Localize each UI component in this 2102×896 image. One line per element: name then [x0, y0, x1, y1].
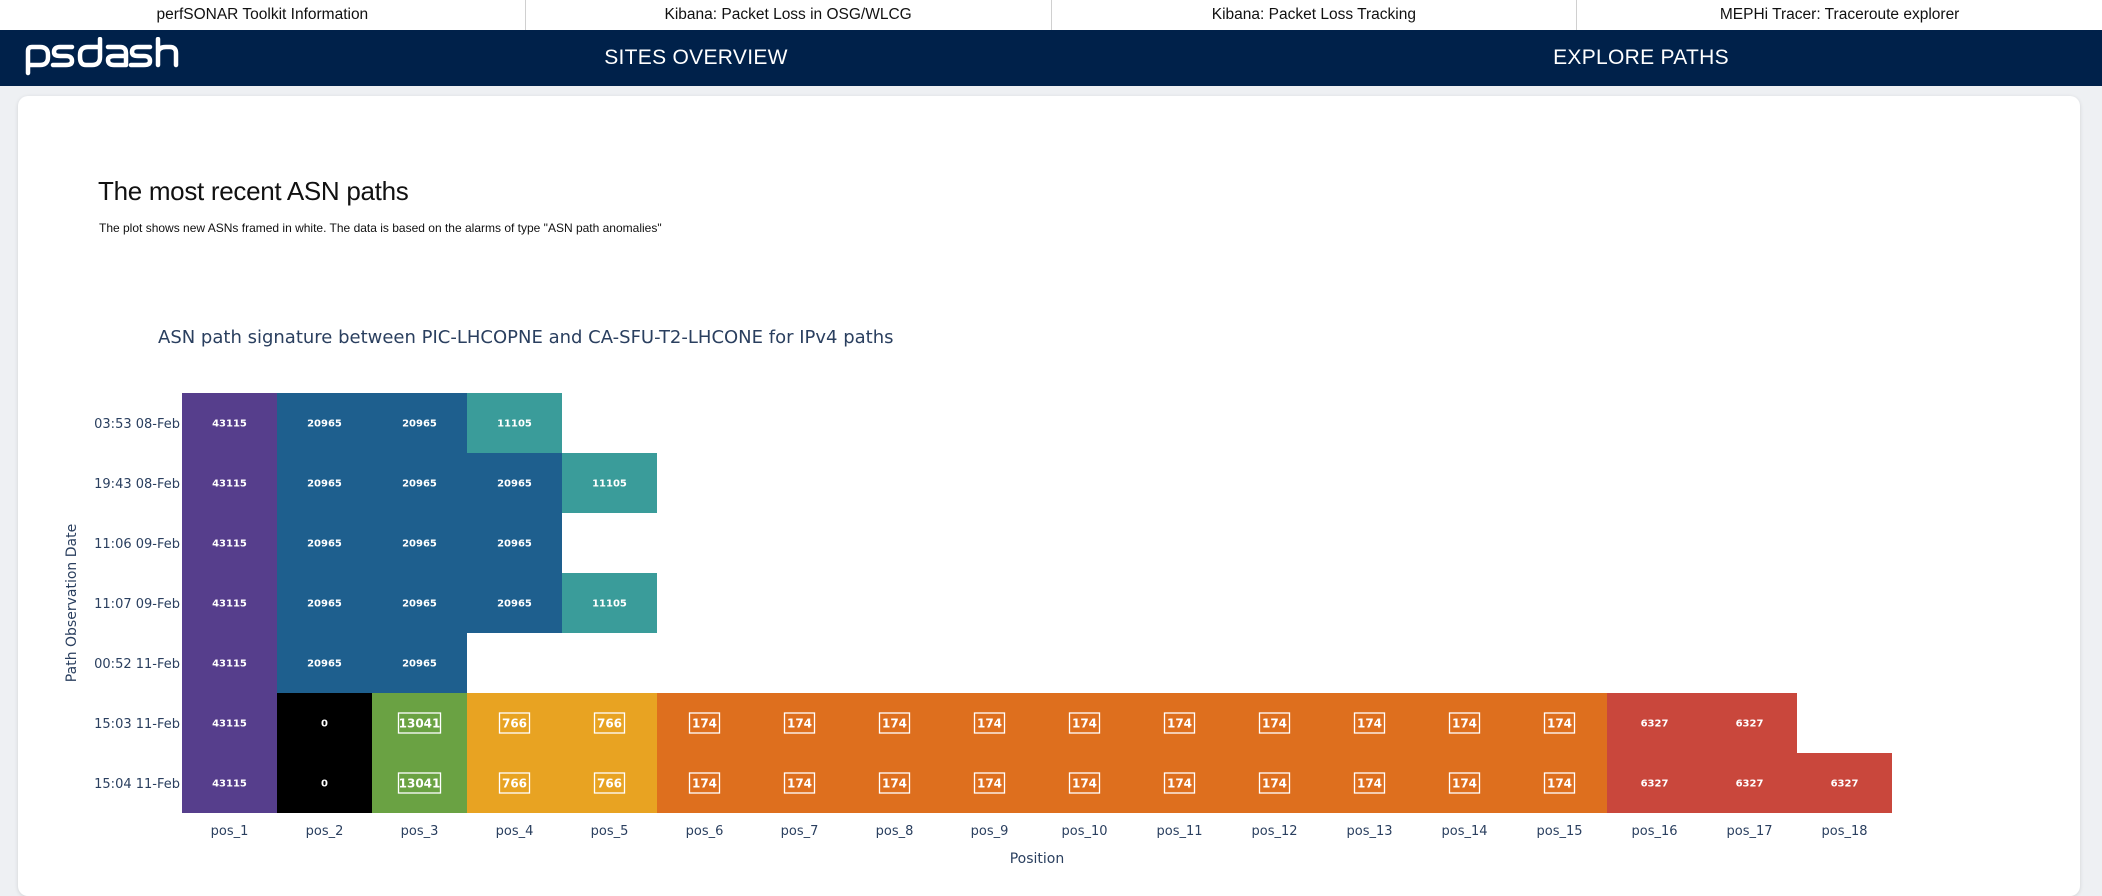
- cell-label: 20965: [402, 479, 437, 490]
- y-axis-title: Path Observation Date: [64, 524, 80, 682]
- cell-label: 766: [597, 717, 622, 731]
- y-tick-label: 15:03 11-Feb: [94, 717, 180, 732]
- cell-label: 20965: [402, 539, 437, 550]
- cell-label: 13041: [399, 717, 441, 731]
- cell-label: 174: [1167, 717, 1192, 731]
- cell-label: 174: [1452, 777, 1477, 791]
- y-tick-label: 19:43 08-Feb: [94, 477, 180, 492]
- cell-label: 174: [1452, 717, 1477, 731]
- cell-label: 0: [321, 779, 328, 790]
- cell-label: 766: [502, 777, 527, 791]
- cell-label: 20965: [307, 539, 342, 550]
- x-tick-label: pos_3: [401, 824, 439, 839]
- cell-label: 174: [977, 777, 1002, 791]
- cell-label: 20965: [497, 479, 532, 490]
- cell-label: 20965: [307, 479, 342, 490]
- cell-label: 174: [692, 777, 717, 791]
- cell-label: 11105: [497, 419, 532, 430]
- cell-label: 20965: [402, 659, 437, 670]
- x-tick-label: pos_13: [1346, 824, 1392, 839]
- x-tick-label: pos_18: [1821, 824, 1867, 839]
- x-tick-label: pos_2: [306, 824, 344, 839]
- cell-label: 11105: [592, 479, 627, 490]
- x-tick-label: pos_8: [876, 824, 914, 839]
- cell-label: 174: [882, 717, 907, 731]
- cell-label: 174: [977, 717, 1002, 731]
- cell-label: 43115: [212, 419, 247, 430]
- cell-label: 6327: [1641, 779, 1669, 790]
- cell-label: 174: [882, 777, 907, 791]
- cell-label: 6327: [1736, 779, 1764, 790]
- x-tick-label: pos_11: [1156, 824, 1202, 839]
- cell-label: 11105: [592, 599, 627, 610]
- y-tick-label: 11:07 09-Feb: [94, 597, 180, 612]
- cell-label: 174: [1357, 777, 1382, 791]
- y-tick-label: 11:06 09-Feb: [94, 537, 180, 552]
- cell-label: 6327: [1736, 719, 1764, 730]
- cell-label: 20965: [497, 539, 532, 550]
- x-tick-label: pos_16: [1631, 824, 1677, 839]
- cell-label: 20965: [402, 599, 437, 610]
- x-tick-label: pos_14: [1441, 824, 1487, 839]
- cell-label: 174: [1547, 717, 1572, 731]
- cell-label: 174: [1547, 777, 1572, 791]
- x-tick-label: pos_15: [1536, 824, 1582, 839]
- cell-label: 174: [1072, 717, 1097, 731]
- cell-label: 174: [1167, 777, 1192, 791]
- cell-label: 174: [692, 717, 717, 731]
- cell-label: 174: [1072, 777, 1097, 791]
- cell-label: 20965: [497, 599, 532, 610]
- cell-label: 766: [502, 717, 527, 731]
- cell-label: 43115: [212, 539, 247, 550]
- x-tick-label: pos_7: [781, 824, 819, 839]
- cell-label: 43115: [212, 479, 247, 490]
- cell-label: 174: [1262, 777, 1287, 791]
- x-tick-label: pos_6: [686, 824, 724, 839]
- x-tick-label: pos_10: [1061, 824, 1107, 839]
- cell-label: 20965: [307, 419, 342, 430]
- x-tick-label: pos_1: [211, 824, 249, 839]
- cell-label: 43115: [212, 659, 247, 670]
- y-tick-label: 00:52 11-Feb: [94, 657, 180, 672]
- y-tick-label: 15:04 11-Feb: [94, 777, 180, 792]
- cell-label: 13041: [399, 777, 441, 791]
- x-tick-label: pos_17: [1726, 824, 1772, 839]
- cell-label: 6327: [1641, 719, 1669, 730]
- chart-title: ASN path signature between PIC-LHCOPNE a…: [158, 327, 894, 348]
- y-tick-label: 03:53 08-Feb: [94, 417, 180, 432]
- cell-label: 766: [597, 777, 622, 791]
- cell-label: 174: [787, 777, 812, 791]
- cell-label: 174: [787, 717, 812, 731]
- cell-label: 43115: [212, 599, 247, 610]
- asn-path-heatmap: ASN path signature between PIC-LHCOPNE a…: [64, 327, 1892, 867]
- cell-label: 174: [1357, 717, 1382, 731]
- x-tick-label: pos_5: [591, 824, 629, 839]
- x-axis-title: Position: [1010, 851, 1065, 867]
- cell-label: 20965: [307, 659, 342, 670]
- x-tick-label: pos_12: [1251, 824, 1297, 839]
- cell-label: 43115: [212, 779, 247, 790]
- cell-label: 20965: [402, 419, 437, 430]
- x-tick-label: pos_4: [496, 824, 534, 839]
- cell-label: 20965: [307, 599, 342, 610]
- cell-label: 174: [1262, 717, 1287, 731]
- cell-label: 6327: [1831, 779, 1859, 790]
- x-tick-label: pos_9: [971, 824, 1009, 839]
- cell-label: 0: [321, 719, 328, 730]
- cell-label: 43115: [212, 719, 247, 730]
